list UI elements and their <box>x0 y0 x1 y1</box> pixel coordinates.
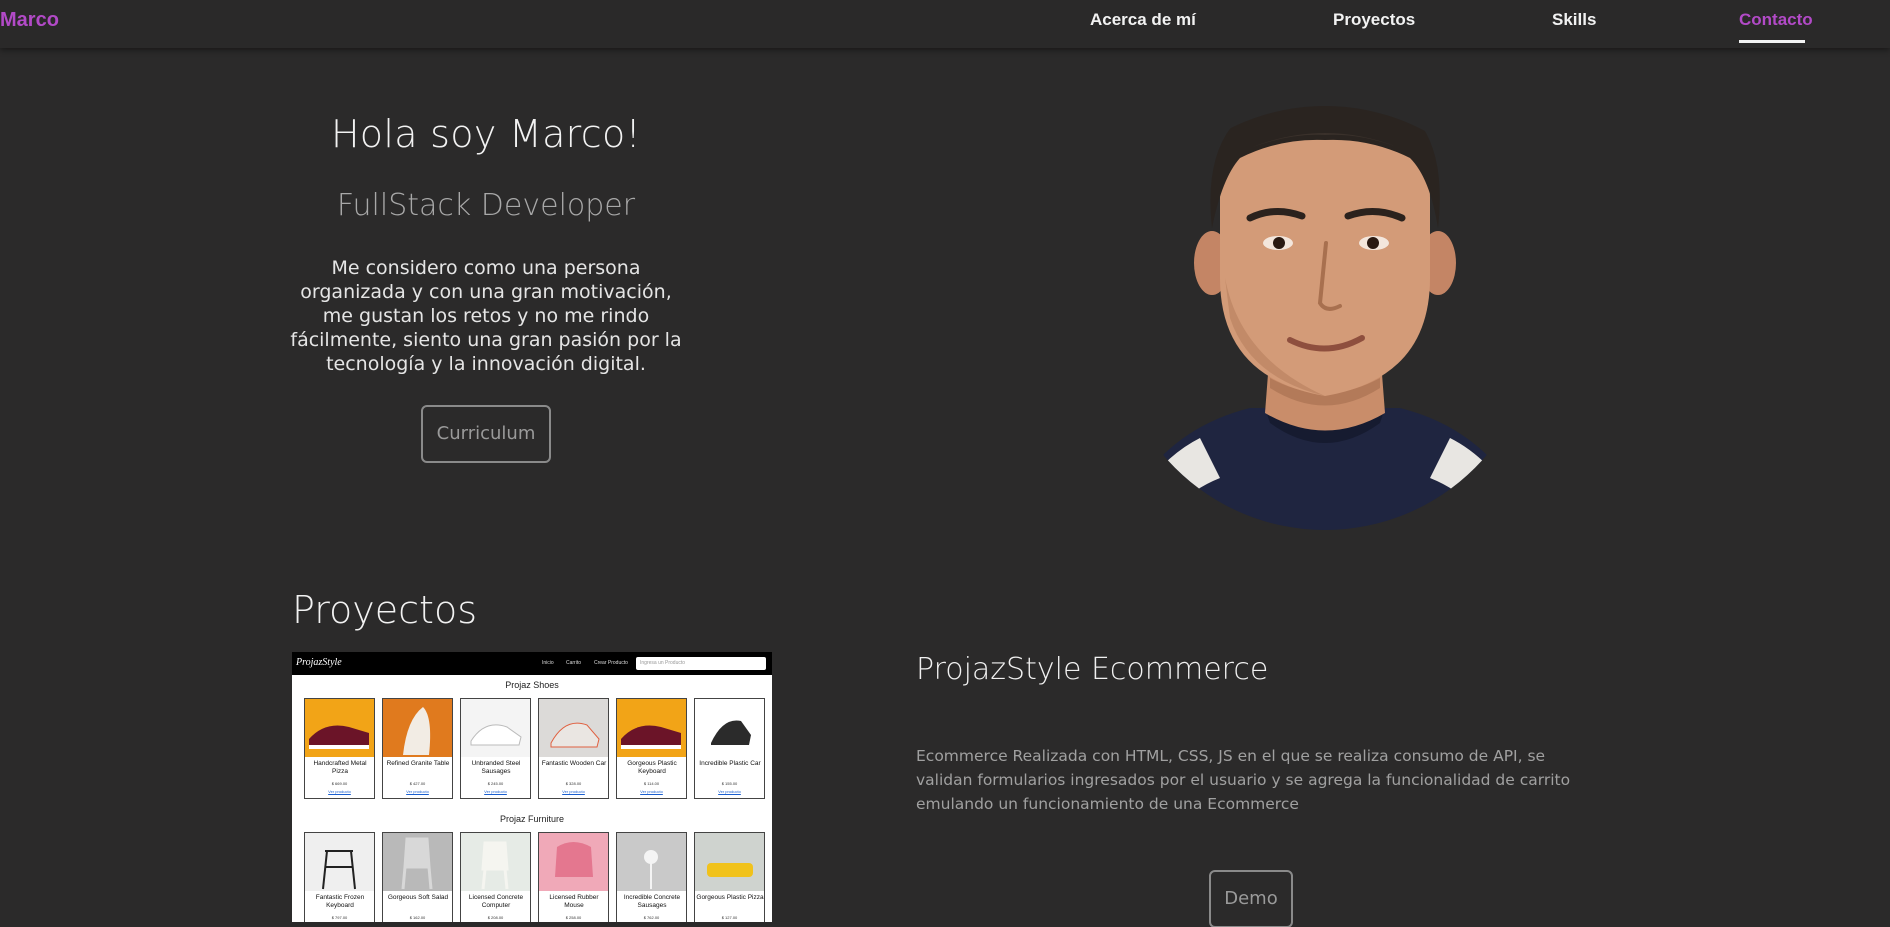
product-card: Gorgeous Soft Salad $ 162.00 <box>382 832 453 922</box>
nav-link-contact[interactable]: Contacto <box>1739 10 1813 30</box>
product-price: $ 797.00 <box>331 915 348 920</box>
product-card: Refined Granite Table $ 427.00 Ver produ… <box>382 698 453 799</box>
product-price: $ 762.00 <box>643 915 660 920</box>
product-price: $ 427.00 <box>409 781 426 786</box>
product-name: Handcrafted Metal Pizza <box>313 760 367 775</box>
hero-subtitle: FullStack Developer <box>336 188 636 223</box>
screenshot-menu-item: Carrito <box>566 660 582 666</box>
product-price: $ 245.00 <box>487 781 504 786</box>
product-name: Licensed Rubber Mouse <box>549 894 599 909</box>
product-link: Ver producto <box>562 789 585 794</box>
product-image <box>305 833 374 891</box>
active-nav-indicator <box>1739 40 1805 43</box>
product-image <box>461 699 530 757</box>
product-card: Licensed Concrete Computer $ 208.00 <box>460 832 531 922</box>
product-name: Refined Granite Table <box>386 760 450 767</box>
product-card: Incredible Plastic Car $ 155.00 Ver prod… <box>694 698 765 799</box>
product-name: Incredible Plastic Car <box>699 760 761 767</box>
product-link: Ver producto <box>328 789 351 794</box>
product-image <box>383 833 452 891</box>
product-link: Ver producto <box>640 789 663 794</box>
demo-button[interactable]: Demo <box>1209 870 1293 927</box>
product-image <box>695 833 764 891</box>
product-image <box>383 699 452 757</box>
brand-logo[interactable]: Marco <box>0 9 59 32</box>
product-card: Gorgeous Plastic Pizza $ 127.00 <box>694 832 765 922</box>
product-price: $ 127.00 <box>721 915 738 920</box>
product-name: Unbranded Steel Sausages <box>471 760 521 775</box>
product-price: $ 328.00 <box>565 781 582 786</box>
hero-description: Me considero como una persona organizada… <box>290 257 682 375</box>
product-image <box>305 699 374 757</box>
product-image <box>461 833 530 891</box>
screenshot-section-title: Projaz Shoes <box>505 680 559 690</box>
product-card: Unbranded Steel Sausages $ 245.00 Ver pr… <box>460 698 531 799</box>
nav-link-skills[interactable]: Skills <box>1552 10 1596 30</box>
product-price: $ 669.00 <box>331 781 348 786</box>
product-name: Gorgeous Plastic Pizza <box>696 894 764 901</box>
profile-photo <box>1130 106 1520 530</box>
product-price: $ 162.00 <box>409 915 426 920</box>
screenshot-search-input: Ingresa un Producto <box>636 657 766 670</box>
screenshot-logo: ProjazStyle <box>296 657 342 668</box>
screenshot-section-title: Projaz Furniture <box>499 814 565 824</box>
product-image <box>695 699 764 757</box>
product-price: $ 208.00 <box>487 915 504 920</box>
product-card: Fantastic Frozen Keyboard $ 797.00 <box>304 832 375 922</box>
product-link: Ver producto <box>484 789 507 794</box>
product-link: Ver producto <box>406 789 429 794</box>
project-description: Ecommerce Realizada con HTML, CSS, JS en… <box>916 747 1571 813</box>
product-name: Licensed Concrete Computer <box>468 894 524 909</box>
curriculum-button[interactable]: Curriculum <box>421 405 551 463</box>
projects-heading: Proyectos <box>292 588 477 632</box>
product-name: Fantastic Wooden Car <box>541 760 607 767</box>
product-link: Ver producto <box>718 789 741 794</box>
product-price: $ 155.00 <box>721 781 738 786</box>
product-image <box>539 699 608 757</box>
screenshot-menu-item: Crear Producto <box>594 660 628 666</box>
nav-link-projects[interactable]: Proyectos <box>1333 10 1415 30</box>
product-name: Incredible Concrete Sausages <box>623 894 681 909</box>
product-card: Handcrafted Metal Pizza $ 669.00 Ver pro… <box>304 698 375 799</box>
hero-title: Hola soy Marco! <box>330 112 642 156</box>
product-name: Gorgeous Soft Salad <box>387 894 449 901</box>
product-card: Fantastic Wooden Car $ 328.00 Ver produc… <box>538 698 609 799</box>
product-image <box>617 833 686 891</box>
project-screenshot[interactable]: ProjazStyle Inicio Carrito Crear Product… <box>292 652 772 922</box>
product-card: Licensed Rubber Mouse $ 258.00 <box>538 832 609 922</box>
project-title: ProjazStyle Ecommerce <box>916 652 1269 687</box>
screenshot-navbar: ProjazStyle Inicio Carrito Crear Product… <box>292 652 772 675</box>
product-card: Gorgeous Plastic Keyboard $ 114.00 Ver p… <box>616 698 687 799</box>
product-price: $ 258.00 <box>565 915 582 920</box>
product-image <box>617 699 686 757</box>
product-name: Fantastic Frozen Keyboard <box>315 894 365 909</box>
top-navbar: Marco Acerca de mí Proyectos Skills Cont… <box>0 0 1890 48</box>
product-card: Incredible Concrete Sausages $ 762.00 <box>616 832 687 922</box>
product-name: Gorgeous Plastic Keyboard <box>627 760 677 775</box>
product-image <box>539 833 608 891</box>
nav-link-about[interactable]: Acerca de mí <box>1090 10 1196 30</box>
product-price: $ 114.00 <box>643 781 660 786</box>
screenshot-menu-item: Inicio <box>542 660 554 666</box>
